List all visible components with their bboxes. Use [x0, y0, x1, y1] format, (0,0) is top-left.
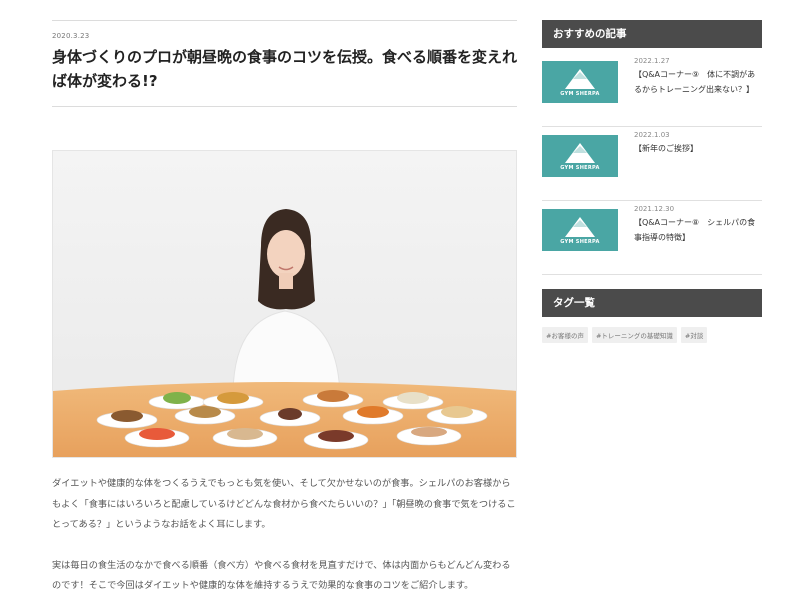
tag-link[interactable]: #お客様の声	[542, 327, 588, 343]
recommended-post[interactable]: GYM SHERPA 2022.1.27 【Q&Aコーナー⑨ 体に不調があるから…	[542, 57, 762, 127]
mountain-logo-icon	[565, 69, 595, 89]
article-paragraph: 実は毎日の食生活のなかで食べる順番（食べ方）や食べる食材を見直すだけで、体は内面…	[52, 559, 511, 592]
mountain-logo-icon	[565, 217, 595, 237]
hero-image	[52, 150, 517, 458]
post-title-link[interactable]: 【Q&Aコーナー⑨ 体に不調があるからトレーニング出来ない？】	[634, 67, 760, 97]
recommended-heading: おすすめの記事	[542, 20, 762, 48]
sidebar: おすすめの記事 GYM SHERPA 2022.1.27 【Q&Aコーナー⑨ 体…	[542, 20, 762, 343]
divider	[52, 20, 517, 21]
article-paragraph: ダイエットや健康的な体をつくるうえでもっとも気を使い、そして欠かせないのが食事。…	[52, 478, 516, 530]
post-date: 2022.1.27	[634, 57, 670, 65]
article-date: 2020.3.23	[52, 32, 90, 40]
post-title-link[interactable]: 【新年のご挨拶】	[634, 141, 760, 156]
recommended-list: GYM SHERPA 2022.1.27 【Q&Aコーナー⑨ 体に不調があるから…	[542, 57, 762, 275]
recommended-post[interactable]: GYM SHERPA 2022.1.03 【新年のご挨拶】	[542, 131, 762, 201]
post-thumbnail[interactable]: GYM SHERPA	[542, 61, 618, 103]
divider	[52, 106, 517, 107]
tag-link[interactable]: #対談	[680, 327, 708, 343]
article-header: 2020.3.23 身体づくりのプロが朝昼晩の食事のコツを伝授。食べる順番を変え…	[52, 20, 517, 107]
article-body: ダイエットや健康的な体をつくるうえでもっとも気を使い、そして欠かせないのが食事。…	[52, 474, 517, 592]
article-title: 身体づくりのプロが朝昼晩の食事のコツを伝授。食べる順番を変えれば体が変わる!?	[52, 48, 518, 90]
recommended-post[interactable]: GYM SHERPA 2021.12.30 【Q&Aコーナー⑧ シェルパの食事指…	[542, 205, 762, 275]
tag-widget: タグ一覧 #お客様の声 #トレーニングの基礎知識 #対談	[542, 289, 762, 343]
post-thumbnail[interactable]: GYM SHERPA	[542, 135, 618, 177]
tags-heading: タグ一覧	[542, 289, 762, 317]
thumb-logo-text: GYM SHERPA	[560, 91, 600, 97]
thumb-logo-text: GYM SHERPA	[560, 165, 600, 171]
post-title-link[interactable]: 【Q&Aコーナー⑧ シェルパの食事指導の特徴】	[634, 215, 760, 245]
post-date: 2022.1.03	[634, 131, 670, 139]
post-date: 2021.12.30	[634, 205, 675, 213]
mountain-logo-icon	[565, 143, 595, 163]
thumb-logo-text: GYM SHERPA	[560, 239, 600, 245]
tag-list: #お客様の声 #トレーニングの基礎知識 #対談	[542, 327, 762, 343]
tag-link[interactable]: #トレーニングの基礎知識	[591, 327, 677, 343]
post-thumbnail[interactable]: GYM SHERPA	[542, 209, 618, 251]
